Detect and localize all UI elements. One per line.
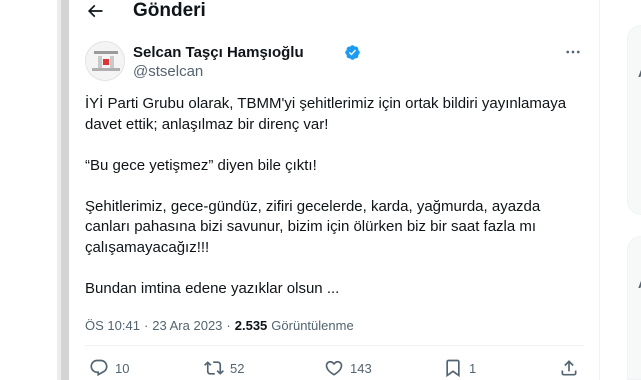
reply-count: 10 bbox=[115, 360, 130, 376]
retweet-count: 52 bbox=[230, 360, 245, 376]
sidebar-card[interactable]: A bbox=[627, 25, 641, 215]
bookmark-count: 1 bbox=[469, 360, 477, 376]
views-label: Görüntülenme bbox=[271, 318, 354, 333]
sidebar-card[interactable]: A bbox=[627, 236, 641, 380]
reply-button[interactable]: 10 bbox=[89, 358, 129, 378]
like-button[interactable]: 143 bbox=[324, 358, 372, 378]
tweet-text: İYİ Parti Grubu olarak, TBMM'yi şehitler… bbox=[85, 94, 589, 320]
author-display-name[interactable]: Selcan Taşçı Hamşıoğlu bbox=[133, 44, 304, 61]
meta-separator: · bbox=[143, 318, 149, 333]
views-count: 2.535 bbox=[234, 318, 268, 333]
verified-badge-icon bbox=[345, 45, 360, 60]
tweet-time[interactable]: ÖS 10:41 bbox=[85, 318, 140, 333]
post-header: Gönderi bbox=[69, 0, 600, 26]
like-icon bbox=[325, 360, 343, 376]
like-count: 143 bbox=[350, 360, 372, 376]
author-handle[interactable]: @stselcan bbox=[133, 63, 203, 80]
meta-separator: · bbox=[226, 318, 231, 333]
tweet-paragraph: Bundan imtina edene yazıklar olsun ... bbox=[85, 279, 340, 297]
more-icon bbox=[566, 50, 580, 54]
tweet-paragraph: “Bu gece yetişmez” diyen bile çıktı! bbox=[85, 156, 317, 174]
more-options-button[interactable] bbox=[561, 42, 585, 62]
tweet-paragraph: İYİ Parti Grubu olarak, TBMM'yi şehitler… bbox=[85, 95, 571, 133]
back-arrow-icon bbox=[87, 4, 103, 18]
avatar[interactable] bbox=[85, 41, 125, 81]
page-title: Gönderi bbox=[133, 0, 206, 21]
reply-icon bbox=[90, 359, 108, 377]
bookmark-icon bbox=[446, 359, 460, 378]
right-sidebar: A A bbox=[627, 0, 641, 380]
back-button[interactable] bbox=[83, 0, 107, 23]
retweet-icon bbox=[204, 361, 224, 375]
tweet-date[interactable]: 23 Ara 2023 bbox=[152, 318, 222, 333]
retweet-button[interactable]: 52 bbox=[204, 358, 244, 378]
tweet-meta: ÖS 10:41 · 23 Ara 2023 · 2.535 Görüntüle… bbox=[85, 318, 354, 333]
tweet-paragraph: Şehitlerimiz, gece-gündüz, zifiri gecele… bbox=[85, 197, 545, 256]
share-icon bbox=[561, 360, 577, 376]
bookmark-button[interactable]: 1 bbox=[443, 358, 476, 378]
left-scrollbar[interactable] bbox=[61, 0, 69, 380]
avatar-image-icon bbox=[86, 42, 124, 80]
post-column: Gönderi Selcan Taşçı Hamşıoğlu @stselcan… bbox=[69, 0, 600, 380]
share-button[interactable] bbox=[559, 358, 579, 378]
action-bar: 10 52 143 1 bbox=[85, 358, 585, 380]
divider bbox=[85, 345, 584, 346]
